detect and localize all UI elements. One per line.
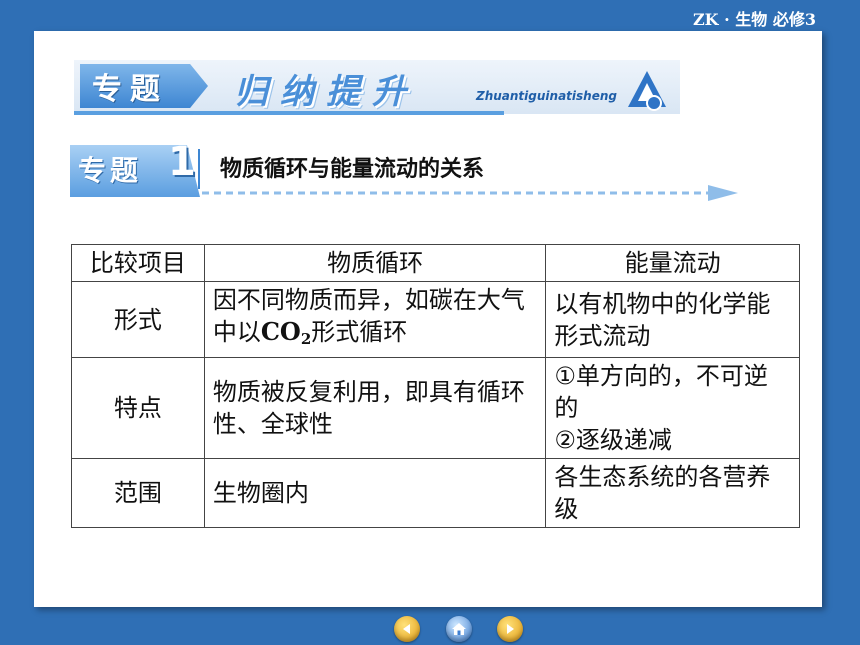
form-material-text-b: 形式循环 [311,318,408,346]
header-badge: 专题 [80,64,208,108]
row-label-scope: 范围 [71,458,205,528]
feature-energy-cell: ①单方向的，不可逆的 ②逐级递减 [545,357,800,459]
header-title: 归纳提升 [234,72,418,112]
table-header-row: 比较项目 物质循环 能量流动 [71,244,800,282]
feature-energy-point-1: ①单方向的，不可逆的 [554,362,768,422]
form-material-cell: 因不同物质而异，如碳在大气中以CO2形式循环 [203,281,547,358]
header-material-cycle: 物质循环 [203,244,547,282]
dashed-arrow-icon [202,185,738,201]
form-energy-cell: 以有机物中的化学能形式流动 [545,281,800,358]
table-row: 形式 因不同物质而异，如碳在大气中以CO2形式循环 以有机物中的化学能形式流动 [71,281,800,358]
topic-badge-text: 专题 [78,154,143,187]
row-label-feature: 特点 [71,357,205,459]
up-triangle-icon [628,71,666,111]
table-row: 特点 物质被反复利用，即具有循环性、全球性 ①单方向的，不可逆的 ②逐级递减 [71,357,800,459]
topic-badge-number: 1 [168,139,196,185]
slide-card: 专题 归纳提升 Zhuantiguinatisheng 专题 1 物质循环与能量… [34,31,822,607]
co2-subscript: 2 [300,330,312,348]
feature-energy-point-2: ②逐级递减 [554,426,672,454]
home-icon [452,623,466,635]
co2-formula: CO [260,317,301,346]
topbar-label: ZK · 生物 必修3 [692,10,816,29]
scope-material-cell: 生物圈内 [203,458,547,528]
row-label-form: 形式 [71,281,205,358]
header-energy-flow: 能量流动 [545,244,800,282]
scope-energy-cell: 各生态系统的各营养级 [545,458,800,528]
table-row: 范围 生物圈内 各生态系统的各营养级 [71,458,800,528]
header-compare-item: 比较项目 [71,244,205,282]
topic-divider [198,149,200,189]
nav-home-button[interactable] [446,616,472,642]
topic-title: 物质循环与能量流动的关系 [220,157,485,182]
comparison-table: 比较项目 物质循环 能量流动 形式 因不同物质而异，如碳在大气中以CO2形式循环… [71,244,800,528]
nav-next-button[interactable] [497,616,523,642]
forward-arrow-icon [507,624,514,634]
nav-prev-button[interactable] [394,616,420,642]
header-pinyin: Zhuantiguinatisheng [476,89,617,103]
back-arrow-icon [403,624,410,634]
feature-material-cell: 物质被反复利用，即具有循环性、全球性 [203,357,547,459]
